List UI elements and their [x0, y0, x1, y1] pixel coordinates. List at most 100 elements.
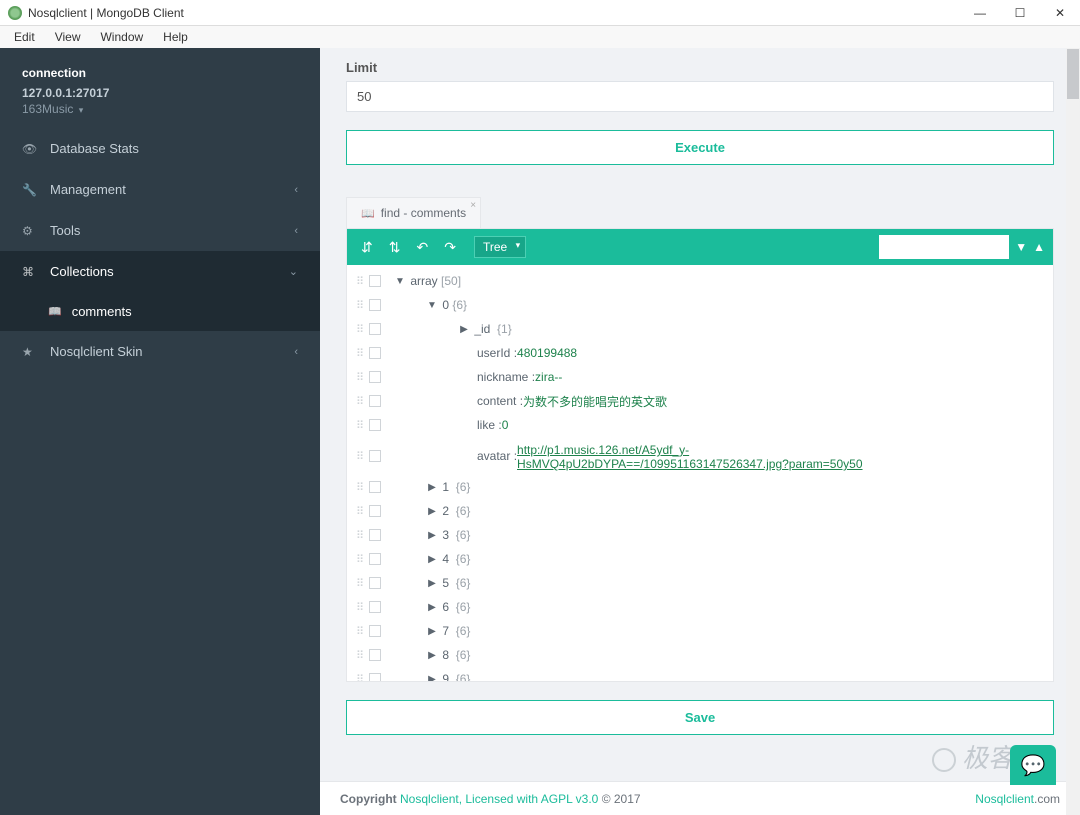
sidebar-collection-comments[interactable]: 📖 comments [0, 292, 320, 331]
drag-handle-icon[interactable]: ⠿ [353, 529, 367, 542]
brand-link[interactable]: Nosqlclient [975, 792, 1034, 806]
redo-button[interactable]: ↷ [438, 235, 462, 260]
limit-label: Limit [346, 60, 1054, 75]
collapse-icon[interactable]: ▼ [425, 300, 439, 311]
expand-icon[interactable]: ▶ [425, 650, 439, 661]
connection-block[interactable]: connection 127.0.0.1:27017 163Music ▾ [0, 48, 320, 128]
drag-handle-icon[interactable]: ⠿ [353, 625, 367, 638]
scrollbar[interactable] [1066, 48, 1080, 815]
checkbox[interactable] [369, 505, 381, 517]
expand-icon[interactable]: ▶ [425, 626, 439, 637]
window-controls: — ☐ ✕ [960, 0, 1080, 26]
sidebar-item-collections[interactable]: ⌘ Collections ⌄ [0, 251, 320, 292]
menu-edit[interactable]: Edit [4, 28, 45, 46]
sidebar-item-tools[interactable]: ⚙ Tools ‹ [0, 210, 320, 251]
tab-find-comments[interactable]: 📖 find - comments × [346, 197, 481, 228]
menu-help[interactable]: Help [153, 28, 198, 46]
checkbox[interactable] [369, 625, 381, 637]
tree-row: ⠿ userId : 480199488 [347, 341, 1053, 365]
sidebar-item-stats[interactable]: 👁 Database Stats [0, 128, 320, 169]
app-icon [8, 6, 22, 20]
chevron-down-icon: ⌄ [289, 265, 298, 278]
drag-handle-icon[interactable]: ⠿ [353, 649, 367, 662]
maximize-button[interactable]: ☐ [1000, 0, 1040, 26]
connection-db[interactable]: 163Music ▾ [22, 102, 298, 116]
caret-down-icon: ▾ [79, 105, 84, 115]
menu-view[interactable]: View [45, 28, 91, 46]
expand-icon[interactable]: ▶ [425, 602, 439, 613]
tree-row[interactable]: ⠿▶ 7 {6} [347, 619, 1053, 643]
tree-row[interactable]: ⠿▶ 4 {6} [347, 547, 1053, 571]
cogs-icon: ⚙ [22, 224, 38, 238]
tree-row: ⠿ ▼ array [50] [347, 269, 1053, 293]
drag-handle-icon[interactable]: ⠿ [353, 505, 367, 518]
tree-row: ⠿ ▼ 0 {6} [347, 293, 1053, 317]
expand-icon[interactable]: ▶ [425, 530, 439, 541]
tree-row[interactable]: ⠿▶ 6 {6} [347, 595, 1053, 619]
connection-host: 127.0.0.1:27017 [22, 86, 298, 100]
close-button[interactable]: ✕ [1040, 0, 1080, 26]
tree-row: ⠿ content : 为数不多的能唱完的英文歌 [347, 389, 1053, 413]
expand-icon[interactable]: ▶ [457, 324, 471, 335]
book-icon: 📖 [361, 207, 375, 220]
tree-row: ⠿ avatar : http://p1.music.126.net/A5ydf… [347, 437, 1053, 475]
sidebar-item-skin[interactable]: ★ Nosqlclient Skin ‹ [0, 331, 320, 372]
tree-row[interactable]: ⠿▶ 9 {6} [347, 667, 1053, 681]
chevron-left-icon: ‹ [294, 225, 298, 237]
drag-handle-icon[interactable]: ⠿ [353, 577, 367, 590]
result-box: ⇵ ⇅ ↶ ↷ Tree ▼ ▲ ⠿ ▼ array [346, 228, 1054, 682]
result-tabs: 📖 find - comments × [320, 197, 1080, 228]
expand-icon[interactable]: ▶ [425, 578, 439, 589]
tree-row[interactable]: ⠿▶ 5 {6} [347, 571, 1053, 595]
close-icon[interactable]: × [470, 200, 476, 211]
save-button[interactable]: Save [346, 700, 1054, 735]
tree-row[interactable]: ⠿▶ 8 {6} [347, 643, 1053, 667]
checkbox[interactable] [369, 275, 381, 287]
drag-handle-icon[interactable]: ⠿ [353, 275, 367, 288]
connection-label: connection [22, 66, 298, 80]
collapse-icon[interactable]: ▼ [393, 276, 407, 287]
search-next-button[interactable]: ▲ [1033, 240, 1045, 254]
checkbox[interactable] [369, 529, 381, 541]
checkbox[interactable] [369, 577, 381, 589]
expand-icon[interactable]: ▶ [425, 554, 439, 565]
tree-row[interactable]: ⠿▶ 1 {6} [347, 475, 1053, 499]
search-prev-button[interactable]: ▼ [1015, 240, 1027, 254]
eye-icon: 👁 [22, 142, 38, 156]
tree-row[interactable]: ⠿▶ 2 {6} [347, 499, 1053, 523]
tree-row: ⠿ nickname : zira-- [347, 365, 1053, 389]
sidebar: connection 127.0.0.1:27017 163Music ▾ 👁 … [0, 48, 320, 815]
json-tree[interactable]: ⠿ ▼ array [50] ⠿ ▼ 0 {6} ⠿ ▶ _id {1} [347, 265, 1053, 681]
execute-button[interactable]: Execute [346, 130, 1054, 165]
view-mode-select[interactable]: Tree [474, 236, 526, 258]
minimize-button[interactable]: — [960, 0, 1000, 26]
checkbox[interactable] [369, 649, 381, 661]
menu-window[interactable]: Window [90, 28, 153, 46]
chat-fab[interactable]: 💬 [1010, 745, 1056, 785]
tree-row: ⠿ like : 0 [347, 413, 1053, 437]
drag-handle-icon[interactable]: ⠿ [353, 601, 367, 614]
license-link[interactable]: Nosqlclient, Licensed with AGPL v3.0 [400, 792, 598, 806]
drag-handle-icon[interactable]: ⠿ [353, 553, 367, 566]
drag-handle-icon[interactable]: ⠿ [353, 481, 367, 494]
star-icon: ★ [22, 345, 38, 359]
undo-button[interactable]: ↶ [410, 235, 434, 260]
expand-all-button[interactable]: ⇵ [355, 235, 379, 260]
checkbox[interactable] [369, 601, 381, 613]
limit-input[interactable] [346, 81, 1054, 112]
expand-icon[interactable]: ▶ [425, 674, 439, 682]
checkbox[interactable] [369, 553, 381, 565]
search-input[interactable] [879, 235, 1009, 259]
drag-handle-icon[interactable]: ⠿ [353, 673, 367, 682]
avatar-link[interactable]: http://p1.music.126.net/A5ydf_y-HsMVQ4pU… [517, 443, 862, 471]
sidebar-item-management[interactable]: 🔧 Management ‹ [0, 169, 320, 210]
main-panel: Limit Execute 📖 find - comments × ⇵ ⇅ ↶ … [320, 48, 1080, 815]
collapse-all-button[interactable]: ⇅ [383, 235, 407, 260]
tree-row[interactable]: ⠿▶ 3 {6} [347, 523, 1053, 547]
expand-icon[interactable]: ▶ [425, 506, 439, 517]
dashboard-icon: ⌘ [22, 265, 38, 279]
checkbox[interactable] [369, 481, 381, 493]
expand-icon[interactable]: ▶ [425, 482, 439, 493]
window-titlebar: Nosqlclient | MongoDB Client — ☐ ✕ [0, 0, 1080, 26]
checkbox[interactable] [369, 673, 381, 681]
